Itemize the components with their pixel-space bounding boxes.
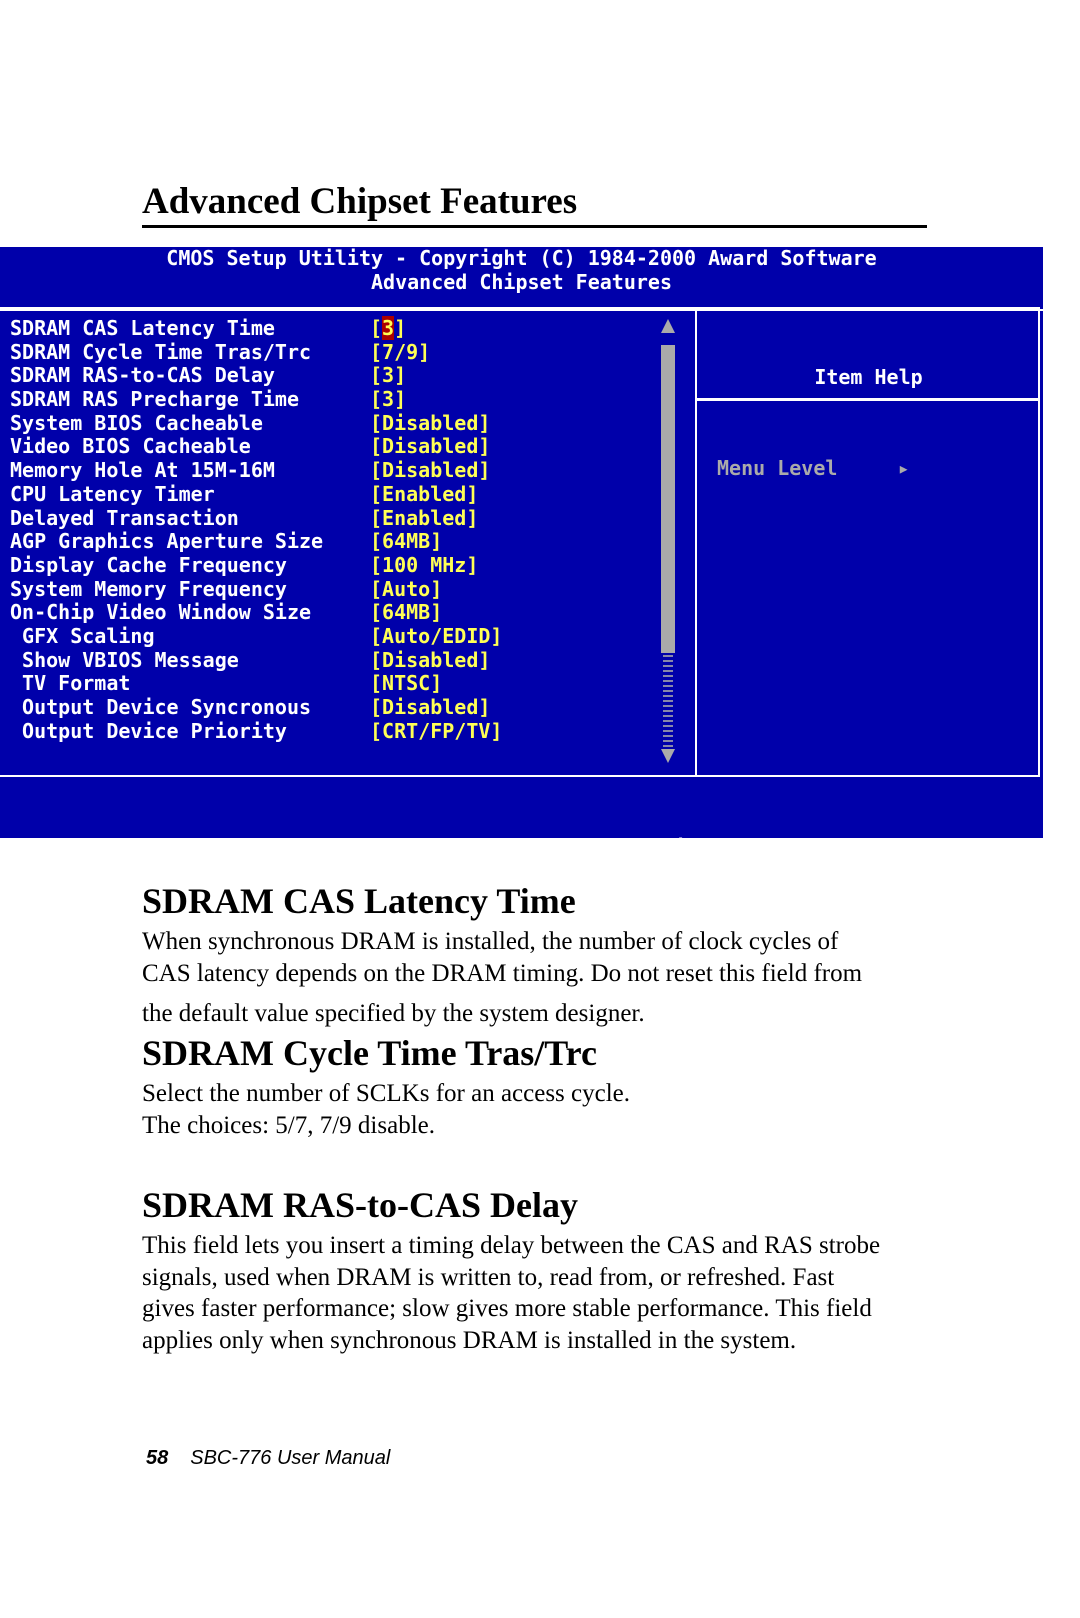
scroll-track[interactable] bbox=[663, 655, 673, 747]
setting-label: Output Device Priority bbox=[10, 718, 287, 743]
bios-setting-row[interactable]: TV Format [NTSC] bbox=[10, 671, 502, 696]
bios-setting-row[interactable]: Show VBIOS Message [Disabled] bbox=[10, 647, 502, 673]
bios-setting-row[interactable]: System Memory Frequency [Auto] bbox=[10, 576, 502, 602]
setting-label: CPU Latency Timer bbox=[10, 481, 215, 506]
setting-label: AGP Graphics Aperture Size bbox=[10, 529, 324, 554]
section-body: Select the number of SCLKs for an access… bbox=[142, 1078, 932, 1141]
setting-value[interactable]: [64MB] bbox=[370, 600, 442, 624]
bios-setting-row[interactable]: System BIOS Cacheable [Disabled] bbox=[10, 410, 502, 436]
bios-setting-row[interactable]: Output Device Priority [CRT/FP/TV] bbox=[10, 718, 502, 744]
bios-setting-row[interactable]: Delayed Transaction [Enabled] bbox=[10, 505, 502, 531]
setting-value[interactable]: [100 MHz] bbox=[370, 553, 478, 577]
bios-setting-row[interactable]: SDRAM Cycle Time Tras/Trc [7/9] bbox=[10, 339, 502, 365]
section-heading: SDRAM Cycle Time Tras/Trc bbox=[142, 1033, 597, 1073]
setting-label: TV Format bbox=[10, 671, 131, 696]
setting-label: GFX Scaling bbox=[10, 623, 155, 648]
text-line: applies only when synchronous DRAM is in… bbox=[142, 1326, 797, 1354]
section-body: This field lets you insert a timing dela… bbox=[142, 1230, 932, 1356]
setting-label: SDRAM CAS Latency Time bbox=[10, 316, 275, 340]
text-line: When synchronous DRAM is installed, the … bbox=[142, 928, 839, 955]
setting-value[interactable]: [Auto/EDID] bbox=[370, 624, 502, 648]
setting-value[interactable]: [Disabled] bbox=[370, 411, 490, 435]
setting-label: On-Chip Video Window Size bbox=[10, 600, 312, 625]
bios-setting-row[interactable]: SDRAM RAS-to-CAS Delay [3] bbox=[10, 364, 502, 388]
text-line: Select the number of SCLKs for an access… bbox=[142, 1080, 631, 1107]
bios-setting-row[interactable]: CPU Latency Timer [Enabled] bbox=[10, 481, 502, 507]
scrollbar[interactable] bbox=[661, 319, 675, 765]
setting-value[interactable]: [Enabled] bbox=[370, 506, 478, 530]
section-heading: SDRAM RAS-to-CAS Delay bbox=[142, 1185, 578, 1225]
key-help-line-1: ↑↓:Move Enter:Select +/-/PU/PD:Value F10… bbox=[0, 835, 904, 860]
setting-label: Show VBIOS Message bbox=[10, 647, 239, 672]
bios-main-panel: SDRAM CAS Latency Time [3] SDRAM Cycle Tim… bbox=[0, 307, 1040, 777]
menu-level-label: Menu Level bbox=[717, 455, 838, 480]
setting-label: System Memory Frequency bbox=[10, 576, 287, 601]
setting-label: Display Cache Frequency bbox=[10, 552, 287, 577]
text-line: The choices: 5/7, 7/9 disable. bbox=[142, 1111, 435, 1139]
setting-label: System BIOS Cacheable bbox=[10, 410, 263, 435]
setting-value[interactable]: [64MB] bbox=[370, 529, 442, 553]
bios-setting-row[interactable]: Memory Hole At 15M-16M [Disabled] bbox=[10, 458, 502, 483]
setting-value[interactable]: [Disabled] bbox=[370, 648, 490, 672]
item-help-title: Item Help bbox=[697, 356, 1040, 402]
text-line: CAS latency depends on the DRAM timing. … bbox=[142, 959, 863, 987]
setting-label: SDRAM RAS Precharge Time bbox=[10, 387, 299, 412]
bios-header-title: CMOS Setup Utility - Copyright (C) 1984-… bbox=[166, 246, 877, 270]
setting-value[interactable]: [Auto] bbox=[370, 577, 442, 601]
page-footer: 58 SBC-776 User Manual bbox=[146, 1447, 390, 1470]
bios-setting-row[interactable]: Video BIOS Cacheable [Disabled] bbox=[10, 435, 502, 459]
bios-setting-row[interactable]: SDRAM RAS Precharge Time [3] bbox=[10, 387, 502, 412]
section-heading: SDRAM CAS Latency Time bbox=[142, 881, 576, 921]
setting-value[interactable]: [Disabled] bbox=[370, 434, 490, 459]
selected-value[interactable]: 3 bbox=[382, 316, 395, 340]
text-line: the default value specified by the syste… bbox=[142, 1000, 645, 1027]
setting-value[interactable]: [3] bbox=[370, 316, 406, 340]
manual-title: SBC-776 User Manual bbox=[190, 1447, 391, 1469]
bios-setting-row[interactable]: On-Chip Video Window Size [64MB] bbox=[10, 600, 502, 625]
bios-header-subtitle: Advanced Chipset Features bbox=[370, 269, 673, 294]
triangle-right-icon: ▸ bbox=[837, 455, 910, 480]
bios-setting-row[interactable]: Display Cache Frequency [100 MHz] bbox=[10, 552, 502, 578]
setting-label: Output Device Syncronous bbox=[10, 695, 312, 719]
text-line: gives faster performance; slow gives mor… bbox=[142, 1295, 872, 1322]
settings-list: SDRAM CAS Latency Time [3] SDRAM Cycle Tim… bbox=[10, 316, 502, 744]
setting-value[interactable]: [Enabled] bbox=[370, 482, 478, 506]
text-line: This field lets you insert a timing dela… bbox=[142, 1232, 881, 1259]
bios-setting-row[interactable]: AGP Graphics Aperture Size [64MB] bbox=[10, 529, 502, 554]
bios-setting-row[interactable]: SDRAM CAS Latency Time [3] bbox=[10, 316, 502, 341]
page-number: 58 bbox=[146, 1447, 169, 1469]
bios-setting-row[interactable]: GFX Scaling [Auto/EDID] bbox=[10, 623, 502, 649]
setting-value[interactable]: [7/9] bbox=[370, 340, 430, 364]
setting-label: Delayed Transaction bbox=[10, 505, 239, 530]
bios-setup-screen: CMOS Setup Utility - Copyright (C) 1984-… bbox=[0, 246, 1043, 930]
setting-value[interactable]: [3] bbox=[370, 363, 406, 388]
scroll-down-arrow-icon[interactable] bbox=[661, 749, 675, 763]
scroll-thumb[interactable] bbox=[661, 345, 675, 653]
setting-label: Video BIOS Cacheable bbox=[10, 434, 251, 459]
item-help-panel: Item Help Menu Level ▸ bbox=[695, 309, 1040, 775]
page-title: Advanced Chipset Features bbox=[142, 180, 927, 228]
setting-value[interactable]: [NTSC] bbox=[370, 671, 442, 695]
setting-label: Memory Hole At 15M-16M bbox=[10, 458, 275, 483]
scroll-up-arrow-icon[interactable] bbox=[661, 319, 675, 333]
bios-header: CMOS Setup Utility - Copyright (C) 1984-… bbox=[0, 246, 1043, 294]
section-body: When synchronous DRAM is installed, the … bbox=[142, 926, 932, 1030]
setting-label: SDRAM Cycle Time Tras/Trc bbox=[10, 339, 312, 364]
setting-value[interactable]: [Disabled] bbox=[370, 695, 490, 719]
setting-value[interactable]: [CRT/FP/TV] bbox=[370, 719, 502, 743]
setting-value[interactable]: [Disabled] bbox=[370, 458, 490, 482]
setting-label: SDRAM RAS-to-CAS Delay bbox=[10, 363, 275, 388]
setting-value[interactable]: [3] bbox=[370, 387, 406, 411]
text-line: signals, used when DRAM is written to, r… bbox=[142, 1263, 835, 1291]
bios-setting-row[interactable]: Output Device Syncronous [Disabled] bbox=[10, 695, 502, 720]
